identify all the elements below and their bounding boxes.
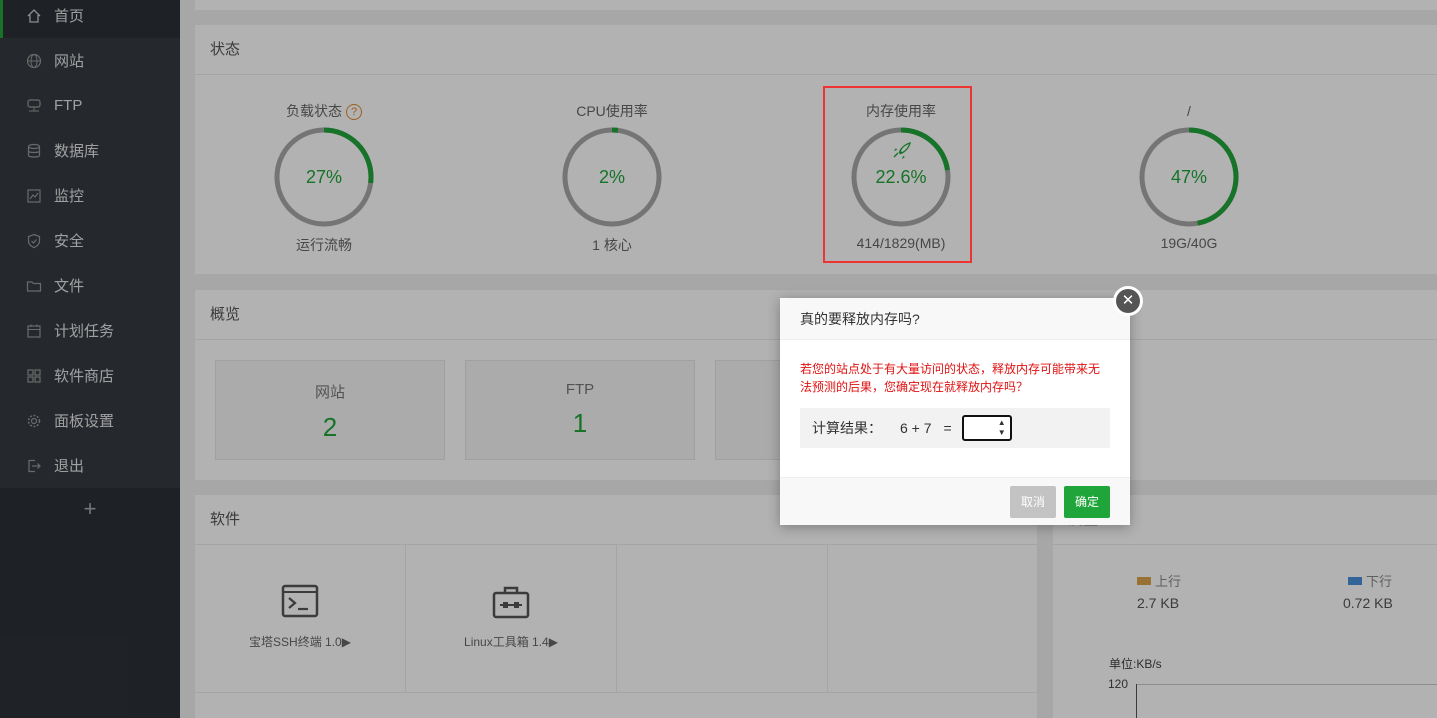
calc-label: 计算结果： [812, 420, 882, 436]
close-icon: ✕ [1116, 289, 1140, 313]
memory-highlight-box [823, 86, 972, 263]
calc-expression: 6 + 7 [900, 420, 932, 436]
dialog-warning: 若您的站点处于有大量访问的状态，释放内存可能带来无法预测的后果，您确定现在就释放… [800, 362, 1101, 394]
dialog-close-button[interactable]: ✕ [1113, 286, 1143, 316]
spin-down-icon[interactable]: ▼ [998, 429, 1006, 437]
modal-overlay[interactable] [0, 0, 1437, 718]
captcha-row: 计算结果： 6 + 7 = ▲ ▼ [800, 408, 1110, 448]
spin-up-icon[interactable]: ▲ [998, 419, 1006, 427]
dialog-footer: 取消 确定 [780, 477, 1130, 525]
cancel-button[interactable]: 取消 [1010, 486, 1056, 518]
release-memory-dialog: 真的要释放内存吗? 若您的站点处于有大量访问的状态，释放内存可能带来无法预测的后… [780, 298, 1130, 525]
calc-equals: = [943, 420, 952, 436]
dialog-title: 真的要释放内存吗? [780, 298, 1130, 340]
captcha-answer-input[interactable]: ▲ ▼ [961, 415, 1012, 441]
confirm-button[interactable]: 确定 [1064, 486, 1110, 518]
